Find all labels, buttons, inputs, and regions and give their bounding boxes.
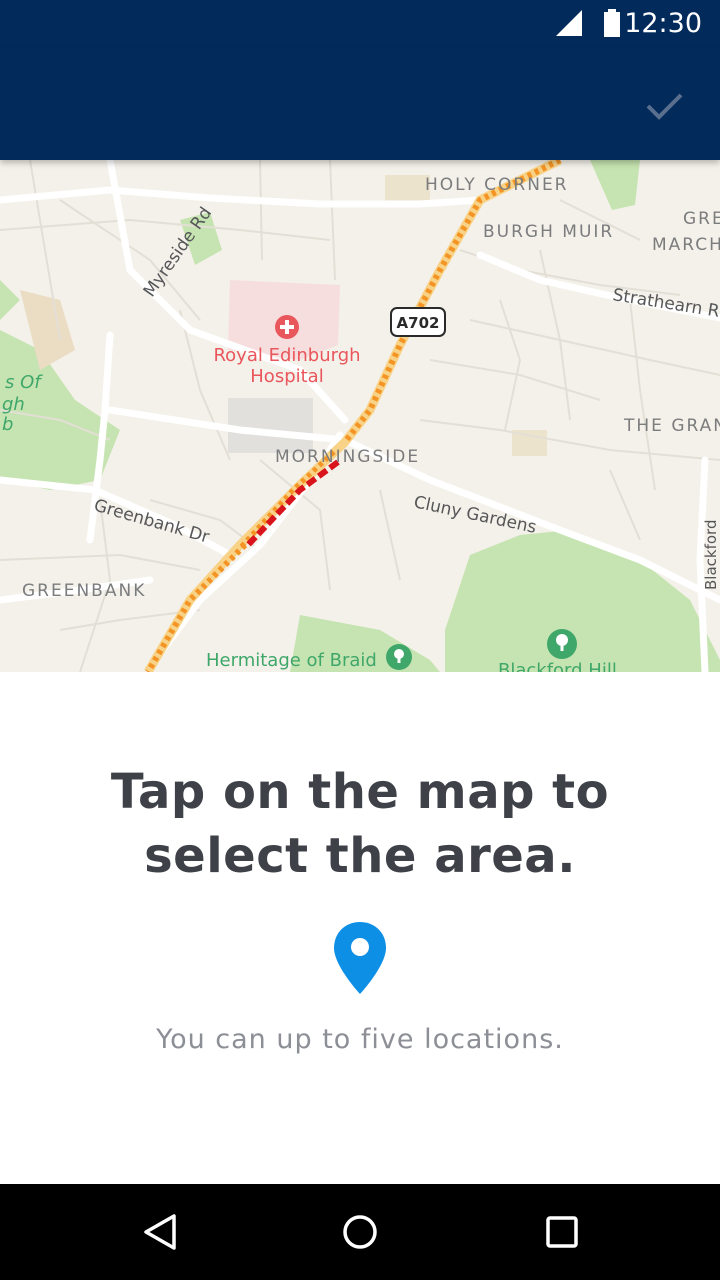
a702-shield: A702 [390, 307, 446, 337]
label-hospital-2: Hospital [250, 366, 323, 387]
instruction-panel: Tap on the map to select the area. You c… [0, 672, 720, 1184]
cellular-signal-icon [556, 10, 582, 36]
label-the-grange: THE GRAN [623, 416, 720, 436]
label-hospital-1: Royal Edinburgh [213, 345, 360, 366]
instruction-subtext: You can up to five locations. [156, 1024, 564, 1055]
label-golf-1: s Of [5, 372, 43, 393]
location-pin-icon [334, 922, 386, 994]
home-icon[interactable] [336, 1208, 384, 1256]
label-golf-3: b [2, 414, 13, 435]
status-bar: 12:30 [0, 0, 720, 48]
building-grey [228, 398, 313, 453]
svg-text:A702: A702 [397, 314, 440, 332]
check-icon[interactable] [640, 82, 688, 130]
label-morningside: MORNINGSIDE [275, 447, 420, 467]
map-view[interactable]: A702 HOLY CORNER BURGH MUIR GRE MARCH TH… [0, 160, 720, 672]
headline-line-1: Tap on the map to [110, 764, 610, 820]
hospital-icon [275, 315, 299, 339]
label-grange-2: MARCH [652, 235, 720, 255]
label-blackford-hill: Blackford Hill [498, 660, 617, 672]
headline-line-2: select the area. [144, 828, 576, 884]
label-golf-2: gh [2, 394, 25, 415]
instruction-headline: Tap on the map to select the area. [60, 760, 660, 888]
label-greenbank: GREENBANK [22, 581, 146, 601]
app-bar [0, 48, 720, 160]
label-holy-corner: HOLY CORNER [425, 175, 569, 195]
battery-icon [604, 9, 620, 37]
back-icon[interactable] [136, 1208, 184, 1256]
building-tan [385, 175, 430, 203]
park-icon [386, 644, 412, 670]
system-nav-bar [0, 1184, 720, 1280]
label-burgh-muir: BURGH MUIR [483, 222, 614, 242]
park-icon [547, 629, 577, 659]
recents-icon[interactable] [538, 1208, 586, 1256]
status-time: 12:30 [624, 8, 702, 39]
label-blackford-road: Blackford [702, 520, 720, 590]
label-hermitage: Hermitage of Braid [206, 650, 377, 671]
label-grange-1: GRE [683, 209, 720, 229]
